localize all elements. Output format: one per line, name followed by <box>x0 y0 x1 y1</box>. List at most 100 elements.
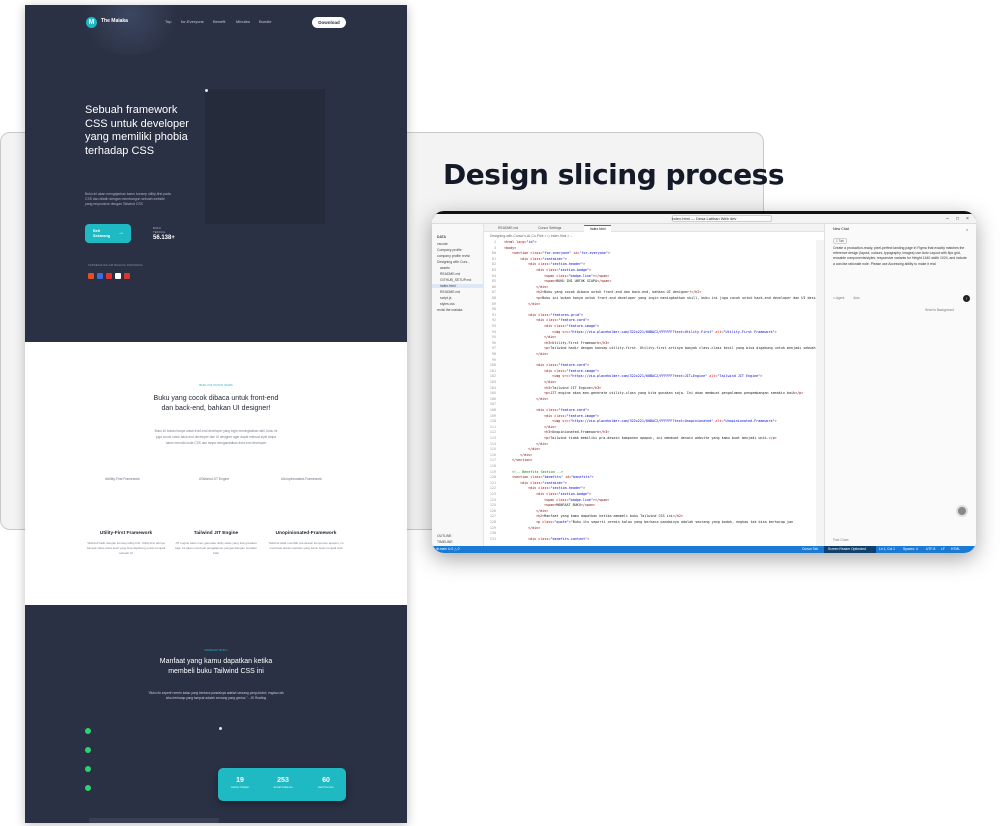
tab-cursor-settings[interactable]: Cursor Settings <box>532 225 567 232</box>
indentation-status[interactable]: Spaces: 4 <box>903 547 918 551</box>
eol-status[interactable]: LF <box>941 547 945 551</box>
benefits-section <box>25 605 407 823</box>
nav-link-benefit[interactable]: Benefit <box>213 19 225 24</box>
explorer-item[interactable]: Designing with Curs... <box>437 260 470 264</box>
section-title: Buku yang cocok dibaca untuk front-end d… <box>153 395 279 412</box>
explorer-item-selected[interactable]: index.html <box>432 284 484 288</box>
brand-name[interactable]: The Maiaka <box>101 18 128 24</box>
section-description: Buku ini bukan hanya untuk front-end dev… <box>154 429 278 445</box>
buy-now-button[interactable]: Beli Sekarang → <box>85 224 131 243</box>
feature-image-alt: #Tailwind JIT Engine <box>199 477 230 481</box>
window-title: index.html — Desa Latihan Web dev <box>671 216 737 221</box>
outline-panel-header[interactable]: OUTLINE <box>437 534 452 538</box>
context-chip[interactable]: 1 Tab <box>833 238 847 244</box>
html5-icon <box>88 273 94 279</box>
feature-description: JIT engine akan men-generate utility-cla… <box>174 541 258 555</box>
nav-link-minutes[interactable]: Minutes <box>236 19 250 24</box>
code-content: <span>MANFAAT BUKU</span> <box>544 503 596 508</box>
send-icon[interactable]: ↑ <box>963 295 970 302</box>
stat-label: Latihan Chapter <box>230 786 250 789</box>
code-content: </div> <box>528 525 541 530</box>
language-mode[interactable]: HTML <box>951 547 960 551</box>
nav-glow <box>75 5 185 55</box>
code-editor[interactable]: 2 <html lang="id"> 3 <body> 80 <section class… <box>484 240 824 546</box>
chat-prompt[interactable]: Create a production-ready, pixel-perfect… <box>833 246 969 267</box>
encoding-status[interactable]: UTF-8 <box>926 547 935 551</box>
sold-value: 56.138+ <box>153 235 175 241</box>
cursor-tab-status[interactable]: Cursor Tab <box>802 547 818 551</box>
check-icon <box>85 747 91 753</box>
section-badge: BUKU INI UNTUK SIAPA <box>199 383 233 387</box>
nav-link-top[interactable]: Top <box>165 19 171 24</box>
explorer-item[interactable]: revisi the maiaka <box>437 308 462 312</box>
explorer-item[interactable]: GITHUB_SETUP.md <box>440 278 471 282</box>
agent-mode-dropdown[interactable]: ∞ Agent <box>833 296 844 300</box>
stat-pages: 253 Jumlah Halaman <box>263 777 303 789</box>
ide-window: index.html — Desa Latihan Web dev – □ × … <box>432 211 976 553</box>
tab-readme[interactable]: README.md <box>492 225 524 232</box>
line-number: 131 <box>489 536 496 541</box>
stat-value: 60 <box>322 777 330 784</box>
explorer-item[interactable]: script.js <box>440 296 452 300</box>
model-dropdown[interactable]: Auto <box>853 296 860 300</box>
explorer-item[interactable]: Company profile <box>437 248 462 252</box>
tailwind-icon <box>106 273 112 279</box>
code-content: <p>Tailwind hadir dengan konsep utility-… <box>544 346 816 351</box>
explorer-item[interactable]: company profile revisi <box>437 254 470 258</box>
stat-label: Jumlah Halaman <box>273 786 293 789</box>
chat-fab-icon[interactable] <box>956 505 968 517</box>
slide-title: Design slicing process <box>443 158 785 191</box>
tool-icons-row <box>88 273 130 279</box>
feature-title: Tailwind JIT Engine <box>193 531 239 536</box>
status-bar: ⊗ main ⊙ 0 △ 0 Cursor Tab Screen Reader … <box>432 546 976 553</box>
explorer-item[interactable]: README.md <box>440 272 460 276</box>
landing-page-mockup: M The Maiaka Top for-Everyone Benefit Mi… <box>25 5 407 823</box>
code-content: </div> <box>536 352 549 356</box>
cursor-position[interactable]: Ln 1, Col 1 <box>879 547 895 551</box>
download-button[interactable]: Download <box>312 17 346 28</box>
send-to-background-link[interactable]: Send to Background <box>925 308 954 312</box>
explorer-sidebar: DATA vscode Company profile company prof… <box>432 224 484 546</box>
code-content: <img src="https://via.placeholder.com/32… <box>552 329 777 334</box>
nav-link-bundle[interactable]: Bundle <box>259 19 271 24</box>
hero-image-marker-icon <box>205 89 208 92</box>
close-icon[interactable]: × <box>966 227 968 232</box>
timeline-panel-header[interactable]: TIMELINE <box>437 540 453 544</box>
code-content: <p class="quote">"Buku itu seperti cermi… <box>536 520 794 524</box>
brand-logo-icon[interactable]: M <box>86 17 97 28</box>
code-content: <img src="https://via.placeholder.com/32… <box>552 419 777 424</box>
chat-mode-row: ∞ Agent Auto <box>833 296 860 300</box>
title-bar: index.html — Desa Latihan Web dev – □ × <box>432 214 976 224</box>
breadcrumb[interactable]: Designing-with-Cursor's-AI-Co-Pilot > ◇ … <box>490 234 573 238</box>
stat-value: 253 <box>277 777 289 784</box>
stat-label: Hari Premium <box>318 786 334 789</box>
explorer-item[interactable]: vscode <box>437 242 448 246</box>
explorer-item-label: index.html <box>440 284 456 288</box>
minimize-icon[interactable]: – <box>946 216 949 222</box>
code-content: <img src="https://via.placeholder.com/32… <box>552 374 763 379</box>
sold-label: BUKU TERJUAL <box>153 226 166 234</box>
feature-image-alt: #Utility-First Framework <box>105 477 140 481</box>
stat-chapters: 19 Latihan Chapter <box>220 777 260 789</box>
benefit-badge: MANFAAT BUKU <box>204 648 228 652</box>
tab-index-html[interactable]: index.html <box>584 225 612 232</box>
check-icon <box>85 766 91 772</box>
buy-now-label: Beli Sekarang <box>93 229 111 238</box>
navbar: M The Maiaka Top for-Everyone Benefit Mi… <box>25 5 407 55</box>
feature-title: Utility-First Framework <box>99 531 153 536</box>
stat-value: 19 <box>236 777 244 784</box>
maximize-icon[interactable]: □ <box>956 216 959 222</box>
nav-link-for-everyone[interactable]: for-Everyone <box>181 19 204 24</box>
code-content: </section> <box>512 458 533 463</box>
minimap[interactable] <box>816 240 824 546</box>
arrow-right-icon: → <box>118 230 124 236</box>
screen-reader-status[interactable]: Screen Reader Optimized <box>828 547 866 551</box>
past-chats-link[interactable]: Past Chats <box>833 538 849 542</box>
close-window-icon[interactable]: × <box>966 216 969 222</box>
explorer-item[interactable]: README.md <box>440 290 460 294</box>
explorer-item[interactable]: assets <box>440 266 450 270</box>
feature-title: Unopinionated-Framework <box>275 531 337 536</box>
explorer-item[interactable]: styles.css <box>440 302 455 306</box>
css3-icon <box>97 273 103 279</box>
branch-status[interactable]: ⊗ main ⊙ 0 △ 0 <box>436 547 459 551</box>
